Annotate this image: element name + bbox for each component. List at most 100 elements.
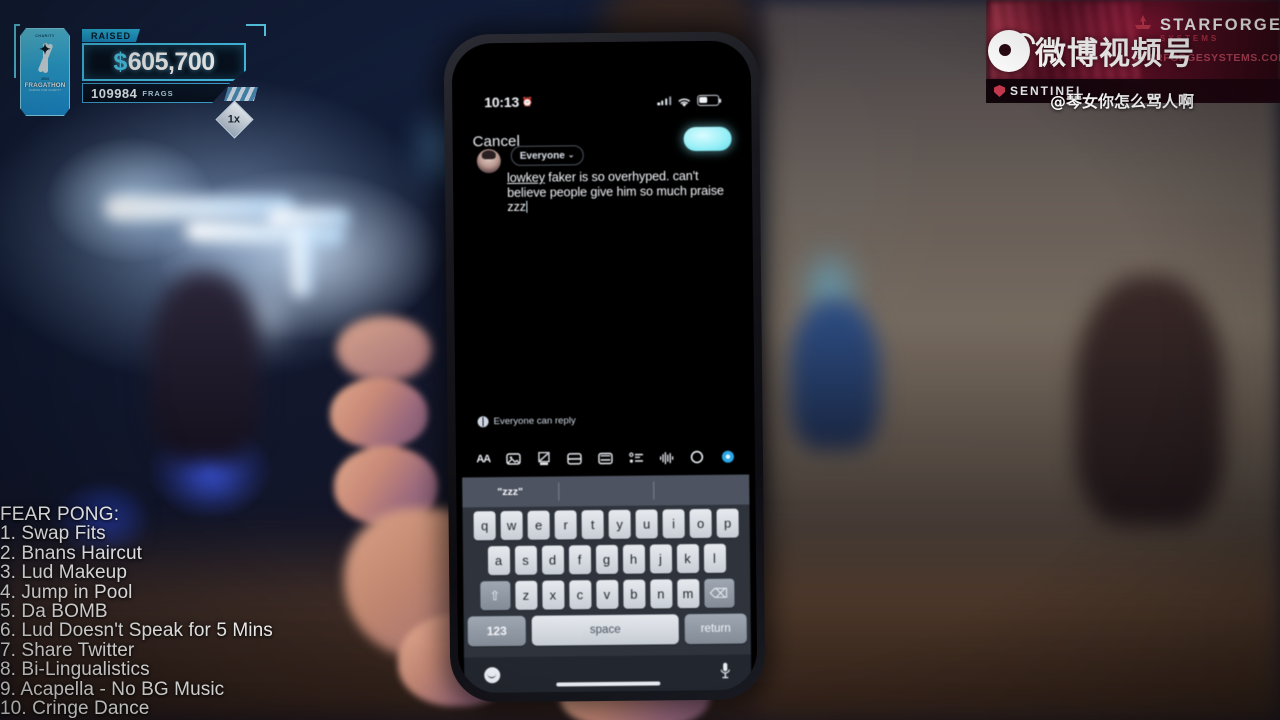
status-bar: 10:13 ⏰ [452, 88, 751, 113]
wifi-icon [677, 95, 691, 107]
frags-label: FRAGS [142, 88, 174, 98]
frags-box: 109984 FRAGS [82, 83, 230, 103]
key-w[interactable]: w [500, 510, 523, 541]
image-icon[interactable] [504, 450, 523, 467]
raised-amount-value: 605,700 [127, 47, 215, 76]
gif-icon[interactable] [535, 450, 554, 467]
reply-scope-row[interactable]: Everyone can reply [477, 415, 576, 428]
key-d[interactable]: d [541, 545, 564, 575]
weibo-platform-label: 微博视频号 [1035, 36, 1195, 72]
numbers-key[interactable]: 123 [467, 615, 526, 647]
multiplier-stripes [224, 87, 258, 101]
badge-name: FRAGATHON [24, 82, 66, 89]
charity-ribbon-icon: ✦ [32, 41, 58, 75]
cancel-button[interactable]: Cancel [473, 132, 520, 149]
keyboard-suggestion-bar: "zzz" [462, 474, 750, 508]
list-item: 1. Swap Fits [0, 523, 106, 545]
ribbon-glyph-icon: ✦ [39, 41, 51, 57]
fear-pong-list: FEAR PONG: 1. Swap Fits 2. Bnans Haircut… [0, 504, 420, 719]
key-k[interactable]: k [676, 544, 699, 574]
key-h[interactable]: h [622, 544, 645, 574]
key-o[interactable]: o [689, 508, 712, 539]
list-item: 2. Bnans Haircut [0, 542, 143, 564]
list-item: 9. Acapella - No BG Music [0, 678, 225, 700]
keyboard-row-4: 123 space return [464, 613, 751, 647]
status-time-group: 10:13 ⏰ [484, 94, 533, 110]
fear-pong-title: FEAR PONG: [0, 504, 120, 525]
key-f[interactable]: f [568, 545, 591, 575]
key-a[interactable]: a [487, 546, 510, 576]
key-z[interactable]: z [514, 580, 538, 610]
key-y[interactable]: y [608, 509, 631, 539]
text-caret [526, 200, 528, 213]
keyboard-row-2: a s d f g h j k l [463, 543, 750, 576]
multiplier-value: 1x [228, 113, 241, 126]
keyboard-row-1: q w e r t y u i o p [463, 508, 750, 541]
key-g[interactable]: g [595, 544, 618, 575]
weibo-logo-icon [988, 29, 1030, 72]
text-format-icon[interactable]: AA [474, 451, 493, 468]
compose-toolbar: AA [456, 440, 755, 475]
article-icon[interactable] [596, 449, 615, 466]
cellular-signal-icon [657, 95, 672, 106]
return-key[interactable]: return [684, 613, 747, 645]
smartphone: 10:13 ⏰ Cancel Everyone ⌄ lowkey faker i… [443, 31, 766, 703]
key-u[interactable]: u [635, 509, 658, 539]
overlay-frame-right [246, 24, 266, 36]
badge-year: 2024 [41, 77, 49, 81]
key-t[interactable]: t [581, 510, 604, 540]
record-dot-icon[interactable] [718, 448, 737, 465]
suggestion-3[interactable] [653, 474, 749, 505]
location-circle-icon[interactable] [687, 448, 706, 465]
list-item: 6. Lud Doesn't Speak for 5 Mins [0, 620, 273, 642]
keyboard-row-3: ⇧ z x c v b n m ⌫ [463, 578, 750, 611]
user-avatar[interactable] [476, 149, 501, 174]
backspace-key[interactable]: ⌫ [703, 578, 735, 608]
suggestion-1[interactable]: "zzz" [462, 476, 558, 507]
key-s[interactable]: s [514, 545, 537, 575]
sentinel-logo-icon [994, 84, 1005, 97]
badge-top-label: CHARITY [35, 34, 55, 38]
tweet-composer-input[interactable]: lowkey faker is so overhyped. can't beli… [507, 169, 735, 215]
space-key[interactable]: space [531, 614, 679, 646]
charity-badge: CHARITY ✦ 2024 FRAGATHON GAMING FOR CHAR… [20, 28, 70, 116]
battery-icon [697, 94, 720, 106]
key-v[interactable]: v [595, 579, 619, 610]
key-j[interactable]: j [649, 544, 672, 574]
onscreen-keyboard: q w e r t y u i o p a s d f g h j k l ⇧ … [462, 504, 752, 658]
suggestion-2[interactable] [558, 475, 654, 506]
middle-finger [330, 378, 428, 448]
audience-label: Everyone [519, 149, 565, 162]
key-c[interactable]: c [568, 580, 592, 610]
badge-subtitle: GAMING FOR CHARITY [28, 89, 62, 92]
list-item: 8. Bi-Lingualistics [0, 659, 150, 681]
audience-selector[interactable]: Everyone ⌄ [510, 145, 584, 166]
list-item: 4. Jump in Pool [0, 581, 133, 603]
key-e[interactable]: e [527, 510, 550, 540]
emoji-icon[interactable] [484, 667, 501, 684]
key-l[interactable]: l [703, 543, 726, 573]
raised-amount-box: $605,700 [82, 43, 246, 81]
neon-light-4 [292, 225, 312, 297]
camera-icon[interactable] [565, 450, 584, 467]
keyboard-bottom-bar [464, 654, 752, 694]
list-item: 5. Da BOMB [0, 601, 108, 623]
post-button[interactable] [683, 126, 732, 152]
key-p[interactable]: p [716, 508, 739, 538]
background-person-center [790, 300, 880, 450]
key-m[interactable]: m [676, 579, 700, 609]
poll-icon[interactable] [626, 449, 645, 466]
key-b[interactable]: b [622, 579, 646, 609]
key-i[interactable]: i [662, 509, 685, 539]
background-person-right [1075, 275, 1225, 525]
microphone-icon[interactable] [719, 662, 731, 684]
audio-waveform-icon[interactable] [657, 449, 676, 466]
key-x[interactable]: x [541, 580, 565, 610]
key-q[interactable]: q [473, 511, 496, 541]
key-n[interactable]: n [649, 579, 673, 609]
background-person-left [150, 272, 260, 462]
shift-key[interactable]: ⇧ [479, 581, 511, 611]
raised-label: RAISED [82, 29, 141, 42]
frags-count: 109984 [91, 85, 138, 101]
key-r[interactable]: r [554, 510, 577, 540]
